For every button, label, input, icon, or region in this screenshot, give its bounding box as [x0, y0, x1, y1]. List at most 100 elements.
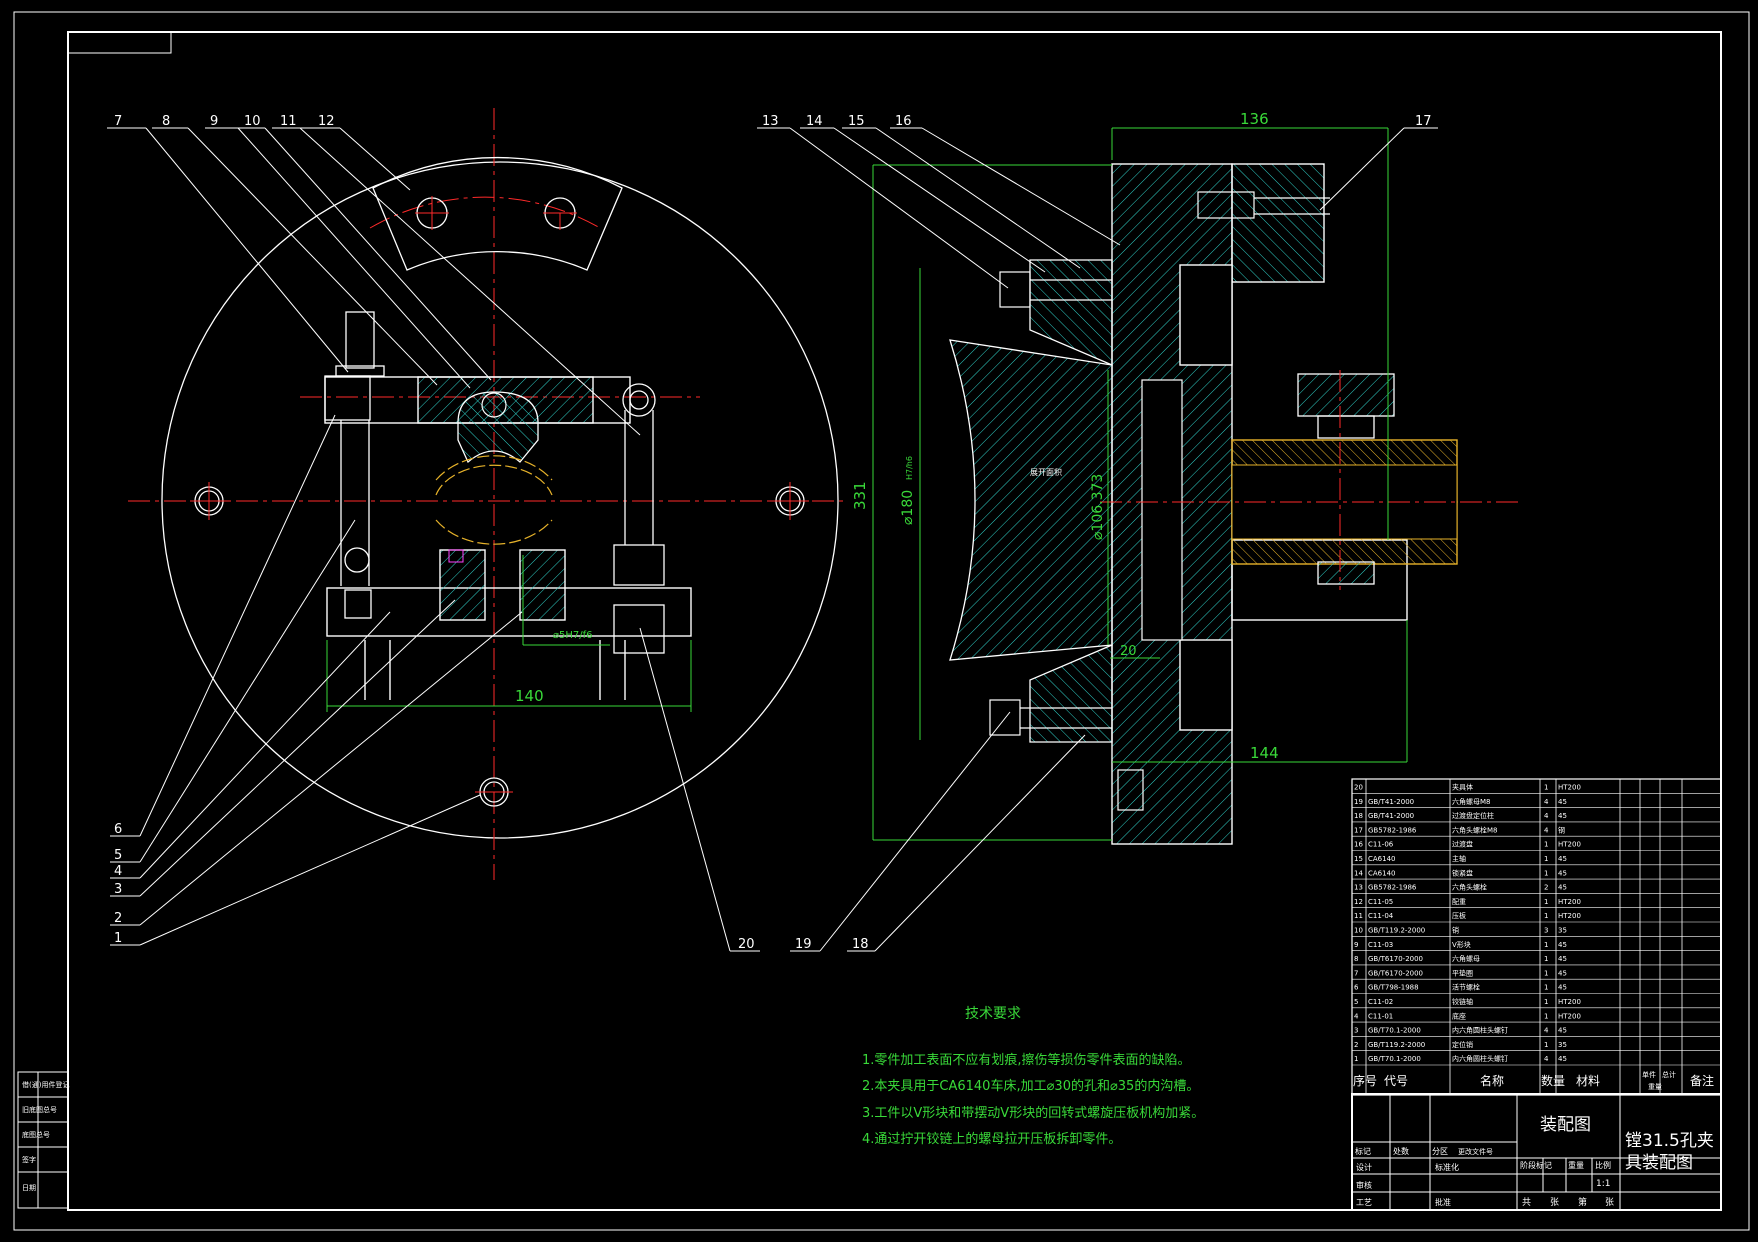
dim-140: 140: [515, 687, 544, 705]
bom-cell: 4: [1544, 826, 1549, 834]
bom-cell: 1: [1544, 969, 1548, 977]
bom-cell: 45: [1558, 941, 1567, 949]
bom-cell: HT200: [1558, 912, 1581, 920]
bom-header-cell: 备注: [1690, 1073, 1714, 1088]
bom-cell: 1: [1544, 998, 1548, 1006]
dim-20: 20: [1120, 644, 1137, 659]
bom-cell: 活节螺栓: [1452, 983, 1480, 992]
bom-cell: 内六角圆柱头螺钉: [1452, 1054, 1508, 1063]
bom-cell: 配重: [1452, 898, 1466, 906]
bom-cell: C11-02: [1368, 998, 1393, 1006]
bom-cell: 45: [1558, 1055, 1567, 1063]
bom-cell: 14: [1354, 869, 1363, 877]
role-review: 审核: [1356, 1180, 1372, 1190]
callout-6: 6: [114, 822, 122, 837]
bom-cell: 5: [1354, 998, 1358, 1006]
callout-18: 18: [852, 937, 869, 952]
bom-header-cell: 名称: [1480, 1073, 1504, 1088]
bom-cell: GB5782-1986: [1368, 884, 1417, 892]
bom-cell: 45: [1558, 884, 1567, 892]
v-block: [457, 391, 539, 464]
bom-cell: 4: [1354, 1012, 1359, 1020]
bom-cell: 45: [1558, 855, 1567, 863]
bom-cell: 1: [1544, 1012, 1548, 1020]
sheet-unit-1: 张: [1550, 1197, 1559, 1208]
bom-cell: HT200: [1558, 898, 1581, 906]
inner-bore: [1141, 379, 1183, 641]
dim-5fit: ⌀5H7/f6: [553, 630, 593, 641]
bom-cell: 1: [1354, 1055, 1358, 1063]
bom-cell: 45: [1558, 955, 1567, 963]
bom-header-cell: 代号: [1384, 1074, 1408, 1088]
bom-cell: 3: [1354, 1027, 1358, 1035]
bom-cell: HT200: [1558, 784, 1581, 792]
bom-cell: 1: [1544, 941, 1548, 949]
bom-cell: 4: [1544, 1027, 1549, 1035]
bom-cell: 35: [1558, 927, 1567, 935]
bom-cell: CA6140: [1368, 855, 1396, 863]
callout-13: 13: [762, 114, 779, 129]
rev-file: 更改文件号: [1458, 1147, 1493, 1156]
bom-cell: 4: [1544, 812, 1549, 820]
callout-14: 14: [806, 114, 823, 129]
bom-cell: GB/T119.2-2000: [1368, 1041, 1425, 1049]
bom-cell: 45: [1558, 984, 1567, 992]
bom-cell: 35: [1558, 1041, 1567, 1049]
bom-cell: 45: [1558, 798, 1567, 806]
callout-4: 4: [114, 864, 122, 879]
tech-req-4: 4.通过拧开铰链上的螺母拉开压板拆卸零件。: [862, 1131, 1121, 1147]
stage-scale: 比例: [1595, 1160, 1611, 1170]
scale-value: 1:1: [1596, 1179, 1610, 1189]
bom-cell: C11-04: [1368, 912, 1394, 920]
drawing-type: 装配图: [1540, 1115, 1591, 1135]
sheet-no: 第: [1578, 1196, 1587, 1208]
strip-label-5: 日期: [22, 1184, 36, 1192]
callout-19: 19: [795, 937, 812, 952]
assembly-drawing: 借(通)用件登记 旧底图总号 底图总号 签字 日期 140 ⌀5H7/f6 13…: [0, 0, 1758, 1242]
bom-cell: 45: [1558, 812, 1567, 820]
bom-cell: 17: [1354, 826, 1363, 834]
bom-cell: 10: [1354, 927, 1363, 935]
bom-cell: 六角螺母: [1452, 954, 1480, 963]
bom-cell: 8: [1354, 955, 1358, 963]
bom-cell: 4: [1544, 798, 1549, 806]
bom-cell: 1: [1544, 955, 1548, 963]
rev-zone: 分区: [1432, 1147, 1448, 1156]
bom-cell: HT200: [1558, 1012, 1581, 1020]
bom-cell: 底座: [1452, 1011, 1466, 1020]
title-line-2: 具装配图: [1625, 1153, 1693, 1173]
bom-cell: 钢: [1558, 825, 1565, 834]
tech-req-3: 3.工件以V形块和带摆动V形块的回转式螺旋压板机构加紧。: [862, 1105, 1204, 1121]
tech-req-title: 技术要求: [965, 1006, 1021, 1022]
strip-label-3: 底图总号: [22, 1130, 50, 1139]
bom-cell: 6: [1354, 984, 1359, 992]
bom-cell: 18: [1354, 812, 1363, 820]
bom-cell: 压板: [1452, 911, 1466, 920]
strip-label-4: 签字: [22, 1155, 36, 1164]
callout-7: 7: [114, 114, 122, 129]
bom-header-cell: 序号: [1353, 1073, 1377, 1088]
dim-331: 331: [851, 481, 869, 510]
tech-req-1: 1.零件加工表面不应有划痕,擦伤等损伤零件表面的缺陷。: [862, 1052, 1191, 1068]
bom-cell: 7: [1354, 969, 1358, 977]
role-approve: 批准: [1435, 1197, 1451, 1207]
callout-17: 17: [1415, 114, 1432, 129]
bom-cell: 45: [1558, 1027, 1567, 1035]
bom-cell: 2: [1354, 1041, 1358, 1049]
bom-cell: 六角头螺栓: [1452, 883, 1487, 892]
bom-cell: GB5782-1986: [1368, 826, 1417, 834]
bom-cell: C11-05: [1368, 898, 1393, 906]
bom-weight-header: 重量: [1648, 1083, 1662, 1091]
bom-cell: 45: [1558, 969, 1567, 977]
bom-cell: 12: [1354, 898, 1363, 906]
bom-cell: 9: [1354, 941, 1358, 949]
sheet-total: 共: [1522, 1197, 1531, 1208]
dim-144: 144: [1250, 744, 1279, 762]
role-process: 工艺: [1356, 1198, 1372, 1207]
bom-cell: 16: [1354, 841, 1363, 849]
bom-cell: V形块: [1452, 940, 1471, 949]
bom-cell: 1: [1544, 984, 1548, 992]
bom-cell: GB/T798-1988: [1368, 984, 1419, 992]
bom-cell: 45: [1558, 869, 1567, 877]
callout-10: 10: [244, 114, 261, 129]
